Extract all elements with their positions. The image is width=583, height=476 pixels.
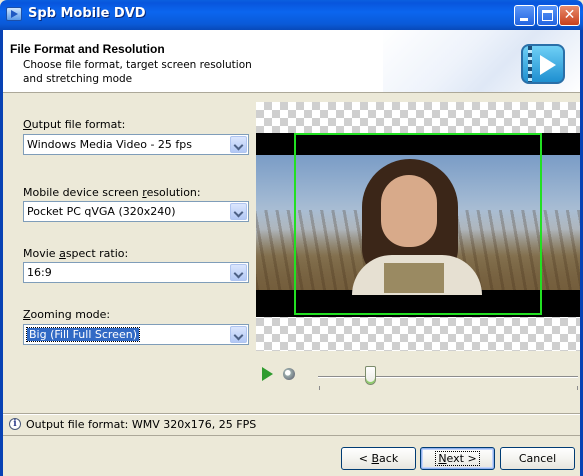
wizard-header: File Format and Resolution Choose file f… [3,30,580,93]
status-bar: i Output file format: WMV 320x176, 25 FP… [3,415,580,435]
chevron-down-icon[interactable] [230,203,247,220]
aspect-ratio-label: Movie aspect ratio: [23,247,129,260]
aspect-ratio-value: 16:9 [27,266,52,279]
chevron-down-icon[interactable] [230,136,247,153]
output-format-select[interactable]: Windows Media Video - 25 fps [23,134,249,155]
seek-slider-thumb[interactable] [364,366,376,385]
window-title: Spb Mobile DVD [28,6,146,21]
info-icon: i [9,418,21,430]
next-button[interactable]: Next > [420,447,495,470]
video-preview [256,102,580,351]
output-format-value: Windows Media Video - 25 fps [27,138,192,151]
resolution-label: Mobile device screen resolution: [23,186,201,199]
cancel-button[interactable]: Cancel [500,447,575,470]
close-button[interactable]: ✕ [559,5,580,26]
zoom-mode-select[interactable]: Big (Fill Full Screen) [23,324,249,345]
page-title: File Format and Resolution [10,42,165,56]
aspect-ratio-select[interactable]: 16:9 [23,262,249,283]
app-icon [6,7,22,21]
chevron-down-icon[interactable] [230,326,247,343]
status-text: Output file format: WMV 320x176, 25 FPS [26,418,257,431]
output-format-label: Output file format: [23,118,126,131]
zoom-icon[interactable] [283,368,295,380]
play-icon[interactable] [262,367,273,381]
screen-area-frame [294,133,542,315]
dvd-logo-icon [521,44,565,84]
resolution-select[interactable]: Pocket PC qVGA (320x240) [23,201,249,222]
maximize-button[interactable] [537,5,558,26]
window-border-left [0,30,3,476]
page-subtitle: Choose file format, target screen resolu… [23,59,252,85]
resolution-value: Pocket PC qVGA (320x240) [27,205,176,218]
close-icon: ✕ [563,7,576,23]
zoom-mode-label: Zooming mode: [23,308,111,321]
zoom-mode-value: Big (Fill Full Screen) [26,327,140,342]
minimize-button[interactable] [514,5,535,26]
chevron-down-icon[interactable] [230,264,247,281]
title-bar: Spb Mobile DVD ✕ [0,0,583,30]
back-button[interactable]: < Back [341,447,416,470]
